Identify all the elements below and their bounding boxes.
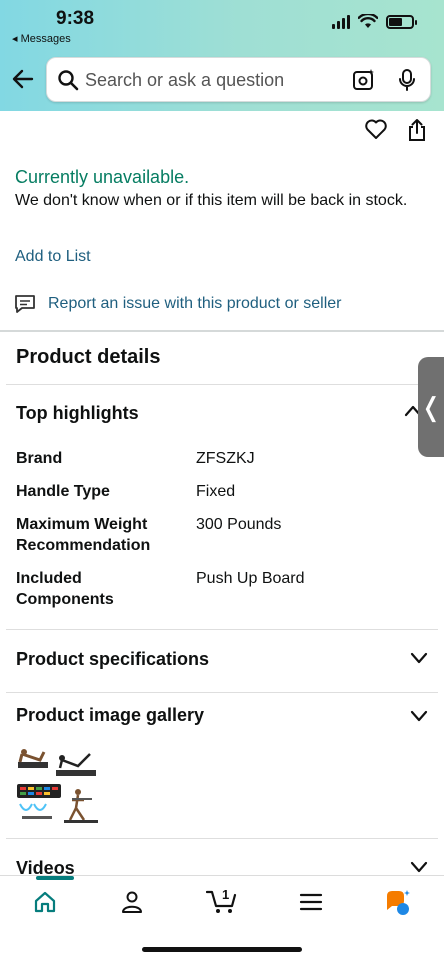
search-bar[interactable] <box>46 57 431 102</box>
spec-label: Brand <box>16 450 63 467</box>
spec-value: 300 Pounds <box>196 516 282 533</box>
side-tab-chevron-icon: ❬ <box>420 391 442 422</box>
back-arrow-icon[interactable] <box>10 66 36 92</box>
app-header: 9:38 ◂ Messages <box>0 0 444 111</box>
cellular-signal-icon <box>332 14 350 29</box>
chevron-down-icon[interactable] <box>410 709 428 723</box>
chevron-down-icon[interactable] <box>410 860 428 874</box>
section-divider <box>0 330 444 332</box>
home-icon[interactable] <box>33 890 57 914</box>
home-indicator-bar <box>142 947 302 952</box>
account-icon[interactable] <box>120 890 144 914</box>
status-icons <box>332 14 417 29</box>
share-icon[interactable] <box>406 118 428 142</box>
spec-label: Maximum Weight Recommendation <box>16 516 151 554</box>
spec-value: Push Up Board <box>196 570 305 587</box>
menu-icon[interactable] <box>299 890 323 914</box>
search-input[interactable] <box>85 67 335 93</box>
report-issue-link[interactable]: Report an issue with this product or sel… <box>14 294 341 314</box>
side-panel-tab[interactable]: ❬ <box>418 357 444 457</box>
stock-note: We don't know when or if this item will … <box>15 192 408 209</box>
spec-value: ZFSZKJ <box>196 450 255 467</box>
battery-icon <box>386 14 417 29</box>
availability-status: Currently unavailable. <box>15 167 190 187</box>
spec-label: Included Components <box>16 570 114 608</box>
product-gallery-image[interactable] <box>14 742 100 828</box>
bottom-navigation: 1 <box>0 875 444 960</box>
top-highlights-title[interactable]: Top highlights <box>16 403 139 424</box>
add-to-list-link[interactable]: Add to List <box>15 248 91 266</box>
product-image-gallery-title[interactable]: Product image gallery <box>16 705 204 726</box>
divider <box>6 838 438 839</box>
divider <box>6 629 438 630</box>
wifi-icon <box>358 14 378 28</box>
spec-label: Handle Type <box>16 483 110 500</box>
cart-count: 1 <box>222 887 229 902</box>
product-specifications-title[interactable]: Product specifications <box>16 649 209 670</box>
cart-icon[interactable]: 1 <box>206 886 238 914</box>
chevron-down-icon[interactable] <box>410 651 428 665</box>
report-issue-label: Report an issue with this product or sel… <box>48 295 342 312</box>
divider <box>6 692 438 693</box>
microphone-icon[interactable] <box>397 68 417 92</box>
heart-icon[interactable] <box>364 118 388 140</box>
search-icon <box>58 70 79 91</box>
divider <box>6 384 438 385</box>
status-time: 9:38 <box>56 8 95 29</box>
back-to-messages[interactable]: ◂ Messages <box>12 32 71 45</box>
product-actions <box>364 118 428 142</box>
camera-scan-icon[interactable] <box>352 68 376 92</box>
feedback-icon <box>15 295 35 313</box>
product-details-title: Product details <box>16 346 161 368</box>
active-tab-indicator <box>36 876 74 880</box>
spec-value: Fixed <box>196 483 236 500</box>
rufus-assistant-icon[interactable] <box>383 888 413 918</box>
